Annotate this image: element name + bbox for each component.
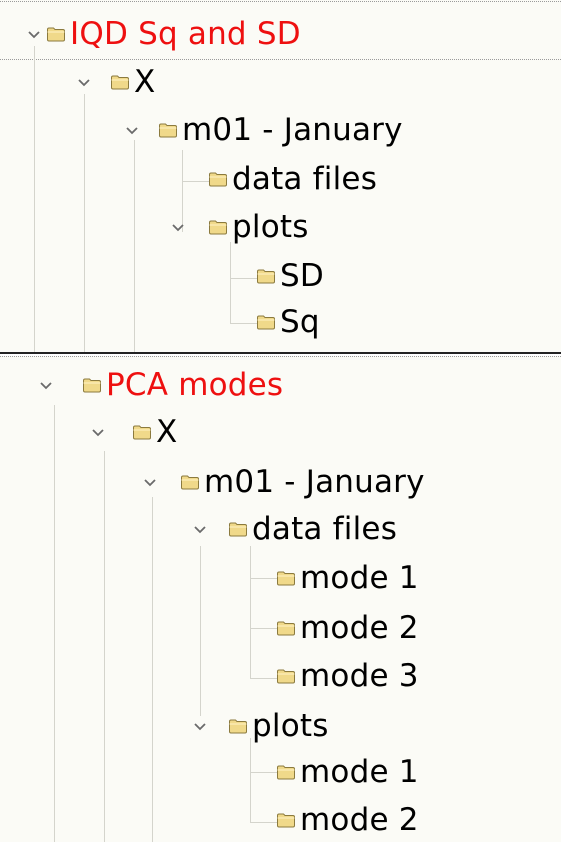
top-dotted-border — [0, 1, 561, 2]
tree-node-label: Sq — [280, 304, 320, 340]
tree-node-label: PCA modes — [106, 367, 284, 403]
folder-icon — [132, 424, 152, 440]
chevron-down-icon[interactable] — [122, 120, 142, 140]
tree-node-label: mode 2 — [300, 610, 419, 646]
tree-panel-top: IQD Sq and SD X m01 - January data files… — [0, 0, 561, 352]
folder-icon — [276, 620, 296, 636]
chevron-down-icon[interactable] — [36, 375, 56, 395]
tree-node-x[interactable]: X — [0, 59, 200, 105]
tree-node-label: m01 - January — [204, 464, 425, 500]
chevron-down-icon[interactable] — [190, 519, 210, 539]
chevron-down-icon[interactable] — [24, 24, 44, 44]
tree-node-data-files[interactable]: data files — [0, 156, 440, 202]
tree-node-iqd-sq-and-sd[interactable]: IQD Sq and SD — [0, 11, 410, 57]
tree-node-pca-modes[interactable]: PCA modes — [0, 362, 360, 408]
tree-node-data-mode-1[interactable]: mode 1 — [0, 555, 460, 601]
tree-node-x[interactable]: X — [0, 409, 220, 455]
tree-node-label: data files — [232, 161, 378, 197]
tree-node-label: mode 3 — [300, 658, 419, 694]
tree-node-data-files[interactable]: data files — [0, 506, 460, 552]
folder-icon — [228, 718, 248, 734]
tree-node-label: plots — [252, 708, 329, 744]
tree-node-plots-mode-1[interactable]: mode 1 — [0, 749, 460, 795]
chevron-down-icon[interactable] — [140, 472, 160, 492]
folder-icon — [82, 377, 102, 393]
tree-node-plots[interactable]: plots — [0, 703, 380, 749]
tree-node-label: SD — [280, 258, 324, 294]
chevron-down-icon[interactable] — [74, 72, 94, 92]
tree-node-label: mode 2 — [300, 802, 419, 838]
chevron-down-icon[interactable] — [88, 422, 108, 442]
tree-node-label: X — [156, 414, 178, 450]
folder-icon — [276, 764, 296, 780]
tree-node-label: data files — [252, 511, 398, 547]
tree-panel-bottom: PCA modes X m01 - January data files mod… — [0, 356, 561, 842]
tree-node-data-mode-2[interactable]: mode 2 — [0, 605, 460, 651]
folder-icon — [208, 219, 228, 235]
tree-node-label: mode 1 — [300, 560, 419, 596]
chevron-down-icon[interactable] — [190, 716, 210, 736]
tree-node-plots[interactable]: plots — [0, 204, 360, 250]
folder-icon — [158, 122, 178, 138]
folder-icon — [208, 171, 228, 187]
top-dotted-border — [0, 356, 561, 357]
folder-icon — [180, 474, 200, 490]
tree-node-label: X — [134, 64, 156, 100]
folder-icon — [228, 521, 248, 537]
folder-icon — [276, 668, 296, 684]
tree-node-sd[interactable]: SD — [0, 253, 360, 299]
folder-icon — [110, 74, 130, 90]
tree-node-label: mode 1 — [300, 754, 419, 790]
folder-icon — [276, 570, 296, 586]
tree-node-label: m01 - January — [182, 112, 403, 148]
tree-node-m01-january[interactable]: m01 - January — [0, 459, 520, 505]
tree-node-label: plots — [232, 209, 309, 245]
tree-node-label: IQD Sq and SD — [70, 16, 301, 52]
tree-node-sq[interactable]: Sq — [0, 299, 360, 345]
folder-icon — [256, 268, 276, 284]
tree-node-data-mode-3[interactable]: mode 3 — [0, 653, 460, 699]
folder-icon — [276, 812, 296, 828]
folder-icon — [256, 314, 276, 330]
folder-icon — [46, 26, 66, 42]
tree-node-plots-mode-2[interactable]: mode 2 — [0, 797, 460, 842]
chevron-down-icon[interactable] — [168, 217, 188, 237]
tree-node-m01-january[interactable]: m01 - January — [0, 107, 500, 153]
